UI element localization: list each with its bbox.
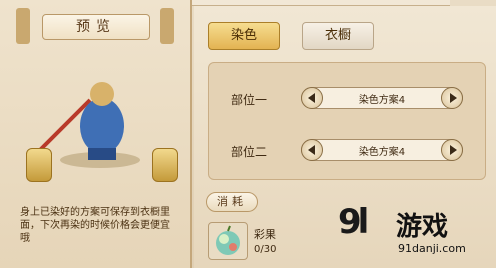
slot-1-selector: 染色方案4 <box>301 87 463 109</box>
dye-config-box: 部位一 染色方案4 部位二 染色方案4 <box>208 62 486 180</box>
slot-1-prev-button[interactable] <box>301 87 323 109</box>
slot-1-value: 染色方案4 <box>358 95 406 106</box>
dye-window: 预览 身上已染好的方案可保存到衣橱里面，下次再染的时候价格会更便宜哦 染色 衣橱… <box>0 0 496 268</box>
tab-dye[interactable]: 染色 <box>208 22 280 50</box>
slot-2-prev-button[interactable] <box>301 139 323 161</box>
watermark-name: 游戏 <box>396 212 449 242</box>
tab-wardrobe[interactable]: 衣橱 <box>302 22 374 50</box>
character-head <box>90 82 114 106</box>
fruit-icon <box>216 225 240 255</box>
rotate-left-button[interactable] <box>26 148 52 182</box>
item-name: 彩果 <box>254 228 276 241</box>
rotate-right-button[interactable] <box>152 148 178 182</box>
panel-ornament-left <box>16 8 30 44</box>
watermark: 9l 游戏 91danji.com <box>330 194 496 268</box>
slot-2-selector: 染色方案4 <box>301 139 463 161</box>
item-count: 0/30 <box>254 244 277 255</box>
watermark-logo: 9l <box>338 202 369 242</box>
consume-label: 消耗 <box>206 192 258 212</box>
preview-panel: 预览 身上已染好的方案可保存到衣橱里面，下次再染的时候价格会更便宜哦 <box>0 0 192 268</box>
preview-title: 预览 <box>42 14 150 40</box>
character-body <box>80 98 124 154</box>
panel-ornament-right <box>160 8 174 44</box>
watermark-url: 91danji.com <box>398 242 466 255</box>
character-legs <box>88 148 116 160</box>
item-slot[interactable] <box>208 222 248 260</box>
slot-2-next-button[interactable] <box>441 139 463 161</box>
slot-2-label: 部位二 <box>231 145 268 159</box>
slot-1-next-button[interactable] <box>441 87 463 109</box>
slot-2-value: 染色方案4 <box>358 147 406 158</box>
preview-description: 身上已染好的方案可保存到衣橱里面，下次再染的时候价格会更便宜哦 <box>20 207 170 244</box>
slot-1-label: 部位一 <box>231 93 268 107</box>
